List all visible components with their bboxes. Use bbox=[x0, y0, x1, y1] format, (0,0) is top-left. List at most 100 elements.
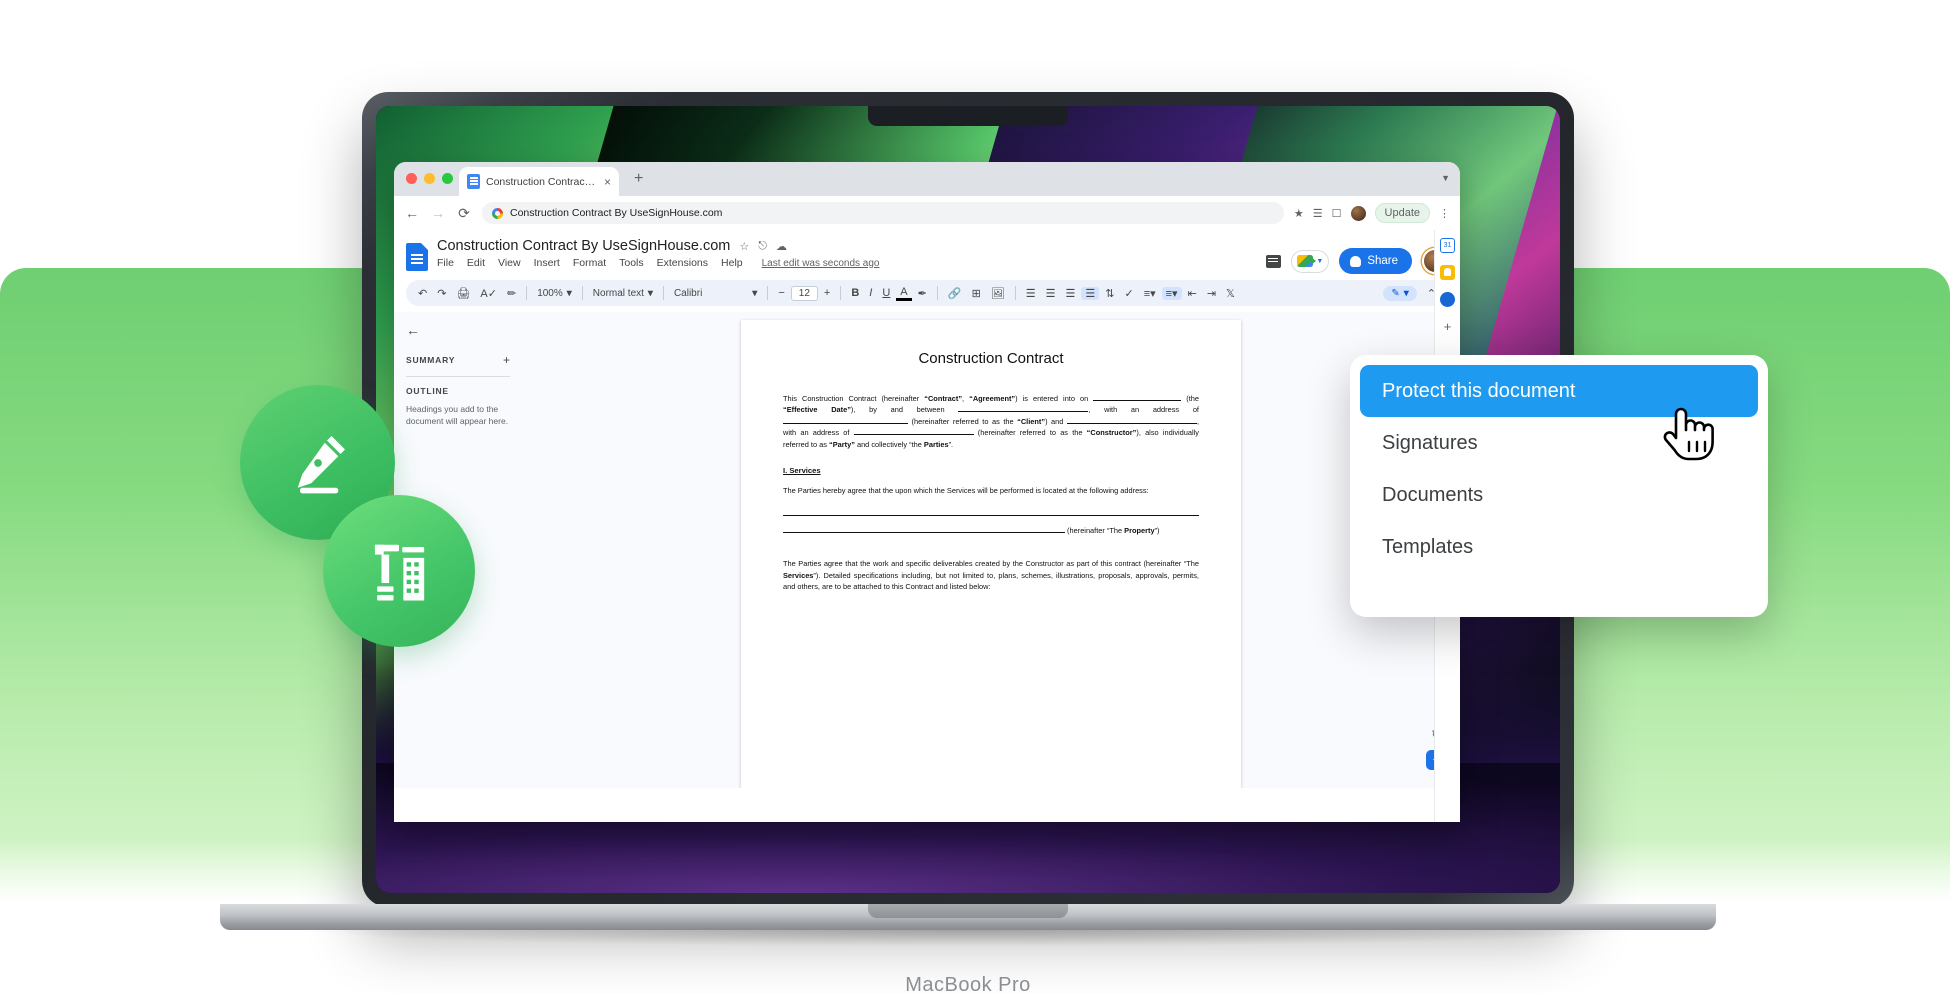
menu-format[interactable]: Format bbox=[573, 257, 606, 269]
split-view-icon[interactable]: ☐ bbox=[1332, 207, 1342, 220]
italic-button[interactable]: I bbox=[865, 287, 876, 299]
menu-item-templates[interactable]: Templates bbox=[1360, 521, 1758, 573]
share-button[interactable]: Share bbox=[1339, 248, 1412, 274]
underline-button[interactable]: U bbox=[878, 287, 894, 299]
p1-bold-constructor: “Constructor” bbox=[1086, 428, 1137, 438]
menu-extensions[interactable]: Extensions bbox=[657, 257, 708, 269]
update-button[interactable]: Update bbox=[1374, 203, 1430, 223]
editing-mode-button[interactable]: ✎ ▾ bbox=[1383, 285, 1417, 301]
close-window-button[interactable] bbox=[406, 173, 417, 184]
chevron-down-icon[interactable]: ▼ bbox=[1441, 173, 1450, 183]
decrease-indent-icon[interactable]: ⇤ bbox=[1184, 287, 1201, 300]
google-keep-icon[interactable] bbox=[1440, 265, 1455, 280]
increase-indent-icon[interactable]: ⇥ bbox=[1203, 287, 1220, 300]
reload-button[interactable]: ⟳ bbox=[456, 205, 472, 222]
undo-icon[interactable]: ↶ bbox=[414, 287, 431, 300]
spellcheck-icon[interactable]: A✓ bbox=[476, 287, 501, 300]
cloud-saved-icon[interactable]: ☁ bbox=[776, 240, 787, 253]
fill-blank[interactable] bbox=[1066, 417, 1197, 424]
line-spacing-icon[interactable]: ⇅ bbox=[1101, 287, 1118, 300]
add-summary-button[interactable]: + bbox=[503, 353, 510, 367]
bulleted-list-icon[interactable]: ≡▾ bbox=[1140, 287, 1160, 300]
back-button[interactable]: ← bbox=[404, 205, 420, 221]
p1-seg13: ”. bbox=[948, 439, 954, 449]
minimize-window-button[interactable] bbox=[424, 173, 435, 184]
panel-divider bbox=[406, 376, 510, 377]
increase-font-size-button[interactable]: + bbox=[820, 287, 834, 299]
google-docs-logo-icon[interactable] bbox=[406, 243, 428, 271]
align-right-icon[interactable]: ☰ bbox=[1062, 287, 1080, 300]
menu-view[interactable]: View bbox=[498, 257, 521, 269]
menu-help[interactable]: Help bbox=[721, 257, 743, 269]
fill-blank[interactable] bbox=[853, 428, 974, 436]
p1-seg6: , with an address of bbox=[1088, 405, 1199, 415]
google-tasks-icon[interactable] bbox=[1440, 292, 1455, 307]
text-color-button[interactable]: A bbox=[896, 286, 912, 301]
signhouse-context-menu[interactable]: Protect this document Signatures Documen… bbox=[1350, 355, 1768, 617]
close-tab-icon[interactable]: × bbox=[604, 176, 611, 188]
extensions-icon[interactable]: ★ bbox=[1294, 207, 1304, 220]
menu-item-documents[interactable]: Documents bbox=[1360, 469, 1758, 521]
highlight-color-icon[interactable]: ✒ bbox=[914, 287, 931, 300]
align-center-icon[interactable]: ☰ bbox=[1042, 287, 1060, 300]
close-outline-arrow[interactable]: ← bbox=[406, 322, 510, 338]
fill-blank[interactable] bbox=[783, 526, 1065, 533]
crane-building-icon bbox=[374, 544, 425, 601]
address-bar[interactable]: Construction Contract By UseSignHouse.co… bbox=[482, 202, 1284, 224]
address-blank-line-1[interactable] bbox=[783, 506, 1199, 516]
comment-history-icon[interactable] bbox=[1266, 254, 1282, 268]
menu-insert[interactable]: Insert bbox=[534, 257, 560, 269]
paint-format-icon[interactable]: ✏ bbox=[503, 287, 520, 300]
zoom-select[interactable]: 100% ▾ bbox=[533, 288, 576, 299]
clear-formatting-icon[interactable]: 𝕏 bbox=[1222, 287, 1239, 300]
profile-avatar-icon[interactable] bbox=[1350, 205, 1366, 221]
forward-button[interactable]: → bbox=[430, 205, 446, 221]
new-tab-button[interactable]: + bbox=[634, 171, 643, 187]
google-meet-button[interactable]: ▼ bbox=[1291, 249, 1330, 273]
p1-seg1: This Construction Contract (hereinafter bbox=[783, 394, 925, 403]
star-icon[interactable]: ☆ bbox=[739, 240, 749, 253]
menu-edit[interactable]: Edit bbox=[467, 257, 485, 269]
p3-bold-services: Services bbox=[783, 570, 814, 580]
align-justify-icon[interactable]: ☰ bbox=[1081, 286, 1100, 300]
p1-seg8: ) and bbox=[1045, 416, 1067, 426]
page-scroll-container[interactable]: Construction Contract This Construction … bbox=[522, 312, 1460, 788]
last-edit-status[interactable]: Last edit was seconds ago bbox=[762, 258, 880, 269]
maximize-window-button[interactable] bbox=[442, 173, 453, 184]
fill-blank[interactable] bbox=[1093, 394, 1182, 401]
reading-list-icon[interactable]: ☰ bbox=[1313, 207, 1323, 220]
decrease-font-size-button[interactable]: − bbox=[774, 287, 788, 299]
menu-file[interactable]: File bbox=[437, 257, 454, 269]
font-family-select[interactable]: Calibri ▾ bbox=[670, 288, 761, 299]
google-docs-app: Construction Contract By UseSignHouse.co… bbox=[394, 230, 1460, 822]
menu-tools[interactable]: Tools bbox=[619, 257, 644, 269]
checklist-icon[interactable]: ✓ bbox=[1120, 287, 1137, 300]
fill-blank[interactable] bbox=[783, 417, 908, 424]
redo-icon[interactable]: ↷ bbox=[433, 287, 450, 300]
insert-image-icon[interactable]: 🖼 bbox=[987, 287, 1009, 300]
paragraph-style-value: Normal text bbox=[592, 287, 644, 299]
document-page[interactable]: Construction Contract This Construction … bbox=[741, 320, 1241, 788]
bold-button[interactable]: B bbox=[847, 287, 863, 299]
browser-menu-icon[interactable]: ⋮ bbox=[1439, 207, 1450, 220]
move-to-folder-icon[interactable]: ⎋ bbox=[758, 240, 767, 253]
document-title[interactable]: Construction Contract By UseSignHouse.co… bbox=[437, 238, 730, 254]
insert-link-icon[interactable]: 🔗 bbox=[944, 287, 966, 300]
property-seg1: (hereinafter “The bbox=[1065, 525, 1125, 535]
browser-tab[interactable]: Construction Contract By UseS × bbox=[459, 167, 619, 196]
google-calendar-icon[interactable]: 31 bbox=[1440, 238, 1455, 253]
print-icon[interactable]: 🖨 bbox=[452, 287, 474, 300]
p3-seg2: ”). Detailed specifications including, b… bbox=[783, 570, 1199, 592]
menu-item-label: Protect this document bbox=[1382, 379, 1576, 402]
add-comment-icon[interactable]: ⊞ bbox=[968, 287, 985, 300]
fountain-pen-icon bbox=[297, 435, 345, 493]
align-left-icon[interactable]: ☰ bbox=[1022, 287, 1040, 300]
font-size-input[interactable]: 12 bbox=[790, 285, 818, 301]
docs-menu-bar: File Edit View Insert Format Tools Exten… bbox=[437, 257, 1266, 269]
document-paragraph-3: The Parties agree that the work and spec… bbox=[783, 558, 1199, 592]
paragraph-style-select[interactable]: Normal text ▾ bbox=[589, 288, 657, 299]
add-on-plus-icon[interactable]: + bbox=[1444, 319, 1452, 334]
numbered-list-icon[interactable]: ≡▾ bbox=[1161, 286, 1182, 300]
font-family-value: Calibri bbox=[673, 287, 703, 299]
fill-blank[interactable] bbox=[958, 405, 1089, 413]
